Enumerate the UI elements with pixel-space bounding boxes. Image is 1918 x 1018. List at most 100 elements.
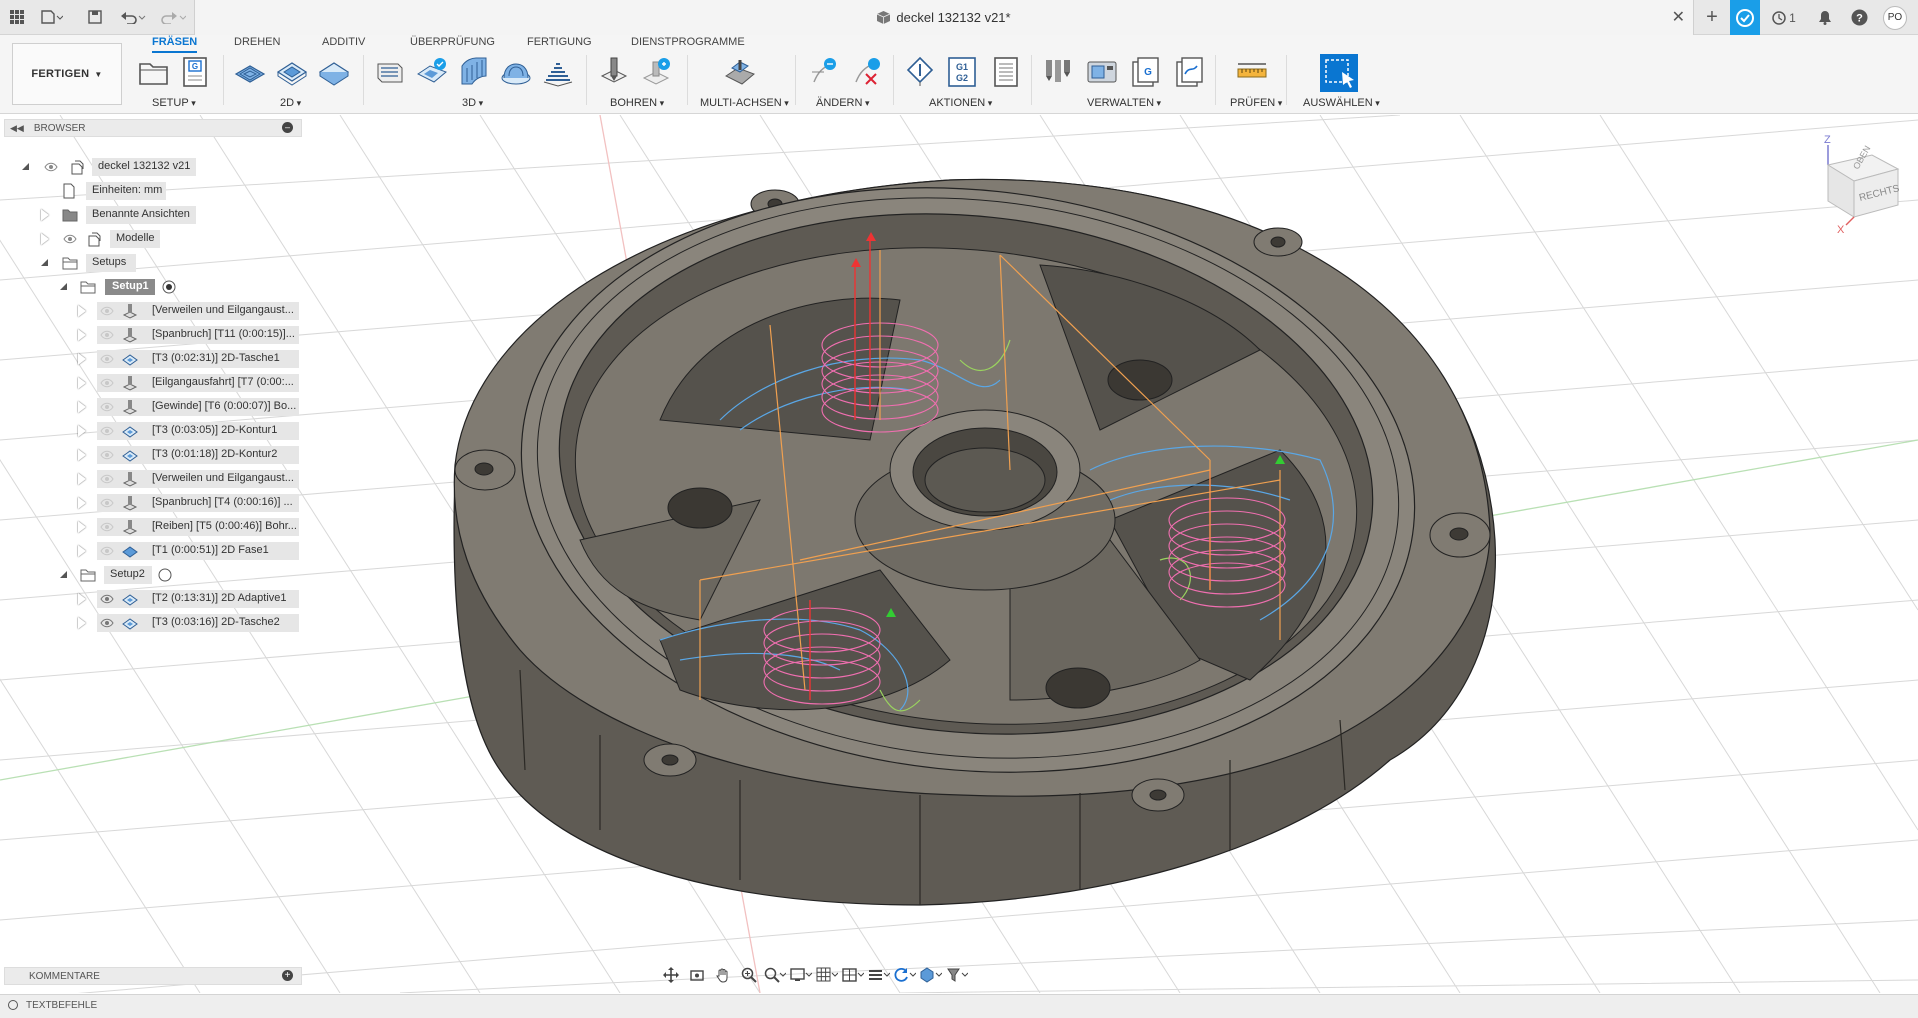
operation-row[interactable]: [Spanbruch] [T11 (0:00:15)]...	[0, 325, 302, 345]
expand-arrow-icon[interactable]	[78, 449, 86, 461]
filter-toolpath-icon[interactable]	[945, 964, 969, 986]
visibility-eye-icon[interactable]	[100, 497, 114, 509]
machine-library-icon[interactable]	[1086, 56, 1118, 88]
save-icon[interactable]	[84, 6, 106, 28]
visibility-eye-icon[interactable]	[100, 401, 114, 413]
document-tab[interactable]: deckel 132132 v21* ✕	[194, 0, 1694, 36]
expand-arrow-icon[interactable]	[41, 209, 49, 221]
visibility-eye-icon[interactable]	[63, 233, 77, 245]
new-tab-button[interactable]: +	[1696, 0, 1728, 35]
measure-icon[interactable]	[1236, 56, 1268, 88]
3d-pocket-icon[interactable]	[416, 56, 448, 88]
app-grid-icon[interactable]	[6, 6, 28, 28]
visual-style-icon[interactable]	[919, 964, 943, 986]
multi-axis-icon[interactable]	[724, 56, 756, 88]
new-setup-folder-icon[interactable]	[138, 56, 170, 88]
visibility-eye-icon[interactable]	[44, 161, 58, 173]
look-at-icon[interactable]	[685, 964, 709, 986]
expand-arrow-icon[interactable]	[78, 521, 86, 533]
2d-contour-icon[interactable]	[318, 56, 350, 88]
expand-arrow-icon[interactable]	[78, 617, 86, 629]
tree-setups[interactable]: Setups	[0, 253, 302, 273]
expand-arrow-icon[interactable]	[78, 497, 86, 509]
visibility-eye-icon[interactable]	[100, 425, 114, 437]
operation-row[interactable]: [T2 (0:13:31)] 2D Adaptive1	[0, 589, 302, 609]
group-aendern[interactable]: ÄNDERN	[816, 97, 869, 109]
setup-radio-icon[interactable]	[158, 568, 172, 582]
help-icon[interactable]: ?	[1846, 0, 1872, 35]
drill-icon[interactable]	[598, 56, 630, 88]
operation-row[interactable]: [Eilgangausfahrt] [T7 (0:00:...	[0, 373, 302, 393]
collapse-arrow-icon[interactable]	[22, 163, 29, 170]
pan-hand-icon[interactable]	[711, 964, 735, 986]
collapse-browser-icon[interactable]: ◀◀	[10, 123, 24, 134]
select-tool-icon[interactable]	[1320, 54, 1358, 92]
3d-scallop-icon[interactable]	[500, 56, 532, 88]
expand-arrow-icon[interactable]	[41, 233, 49, 245]
browser-minimize-icon[interactable]: –	[282, 122, 293, 133]
close-tab-icon[interactable]: ✕	[1672, 7, 1685, 27]
visibility-eye-icon[interactable]	[100, 449, 114, 461]
3d-adaptive-icon[interactable]	[374, 56, 406, 88]
add-comment-icon[interactable]: +	[282, 970, 293, 981]
operation-row[interactable]: [T1 (0:00:51)] 2D Fase1	[0, 541, 302, 561]
display-settings-icon[interactable]	[789, 964, 813, 986]
expand-arrow-icon[interactable]	[78, 401, 86, 413]
user-avatar[interactable]: PO	[1880, 0, 1910, 35]
viewports-icon[interactable]	[841, 964, 865, 986]
group-verwalten[interactable]: VERWALTEN	[1087, 97, 1161, 109]
visibility-eye-icon[interactable]	[100, 305, 114, 317]
visibility-eye-icon[interactable]	[100, 353, 114, 365]
workspace-switcher[interactable]: FERTIGEN ▼	[12, 43, 122, 105]
operation-row[interactable]: [Gewinde] [T6 (0:00:07)] Bo...	[0, 397, 302, 417]
text-commands-toggle-icon[interactable]	[8, 1000, 18, 1010]
3d-parallel-icon[interactable]	[458, 56, 490, 88]
section-analysis-icon[interactable]	[867, 964, 891, 986]
group-bohren[interactable]: BOHREN	[610, 97, 664, 109]
3d-contour-icon[interactable]	[542, 56, 574, 88]
collapse-arrow-icon[interactable]	[60, 571, 67, 578]
text-commands-bar[interactable]: TEXTBEFEHLE	[0, 994, 1918, 1018]
expand-arrow-icon[interactable]	[78, 425, 86, 437]
group-aktionen[interactable]: AKTIONEN	[929, 97, 992, 109]
zoom-icon[interactable]	[737, 964, 761, 986]
tab-dienstprogramme[interactable]: DIENSTPROGRAMME	[631, 35, 745, 53]
expand-arrow-icon[interactable]	[78, 329, 86, 341]
visibility-eye-icon[interactable]	[100, 617, 114, 629]
tree-root[interactable]: deckel 132132 v21	[0, 157, 302, 177]
operation-row[interactable]: [T3 (0:03:16)] 2D-Tasche2	[0, 613, 302, 633]
tree-setup1[interactable]: Setup1	[0, 277, 302, 297]
comments-panel[interactable]: KOMMENTARE +	[4, 967, 302, 985]
hole-recognition-icon[interactable]	[640, 56, 672, 88]
tab-ueberpruefung[interactable]: ÜBERPRÜFUNG	[410, 35, 495, 53]
redo-icon[interactable]	[158, 6, 188, 28]
collapse-arrow-icon[interactable]	[60, 283, 67, 290]
data-panel-icon[interactable]	[1730, 0, 1760, 35]
visibility-eye-icon[interactable]	[100, 593, 114, 605]
visibility-eye-icon[interactable]	[100, 329, 114, 341]
job-status-button[interactable]: 1	[1764, 0, 1804, 35]
delete-toolpath-icon[interactable]	[850, 56, 882, 88]
view-cube[interactable]: Z OBEN RECHTS X	[1810, 125, 1906, 235]
group-auswaehlen[interactable]: AUSWÄHLEN	[1303, 97, 1380, 109]
expand-arrow-icon[interactable]	[78, 377, 86, 389]
post-process-icon[interactable]: G1G2	[946, 56, 978, 88]
expand-arrow-icon[interactable]	[78, 593, 86, 605]
collapse-arrow-icon[interactable]	[41, 259, 48, 266]
expand-arrow-icon[interactable]	[78, 353, 86, 365]
visibility-eye-icon[interactable]	[100, 521, 114, 533]
active-setup-radio-icon[interactable]	[162, 280, 176, 294]
expand-arrow-icon[interactable]	[78, 545, 86, 557]
tab-fraesen[interactable]: FRÄSEN	[152, 35, 198, 53]
grid-settings-icon[interactable]	[815, 964, 839, 986]
setup-sheet-report-icon[interactable]	[990, 56, 1022, 88]
visibility-eye-icon[interactable]	[100, 545, 114, 557]
post-library-icon[interactable]: G	[1130, 56, 1162, 88]
group-pruefen[interactable]: PRÜFEN	[1230, 97, 1282, 109]
operation-row[interactable]: [Verweilen und Eilgangaust...	[0, 301, 302, 321]
tree-setup2[interactable]: Setup2	[0, 565, 302, 585]
operation-row[interactable]: [T3 (0:01:18)] 2D-Kontur2	[0, 445, 302, 465]
visibility-eye-icon[interactable]	[100, 377, 114, 389]
tab-drehen[interactable]: DREHEN	[234, 35, 280, 53]
group-2d[interactable]: 2D	[280, 97, 301, 109]
